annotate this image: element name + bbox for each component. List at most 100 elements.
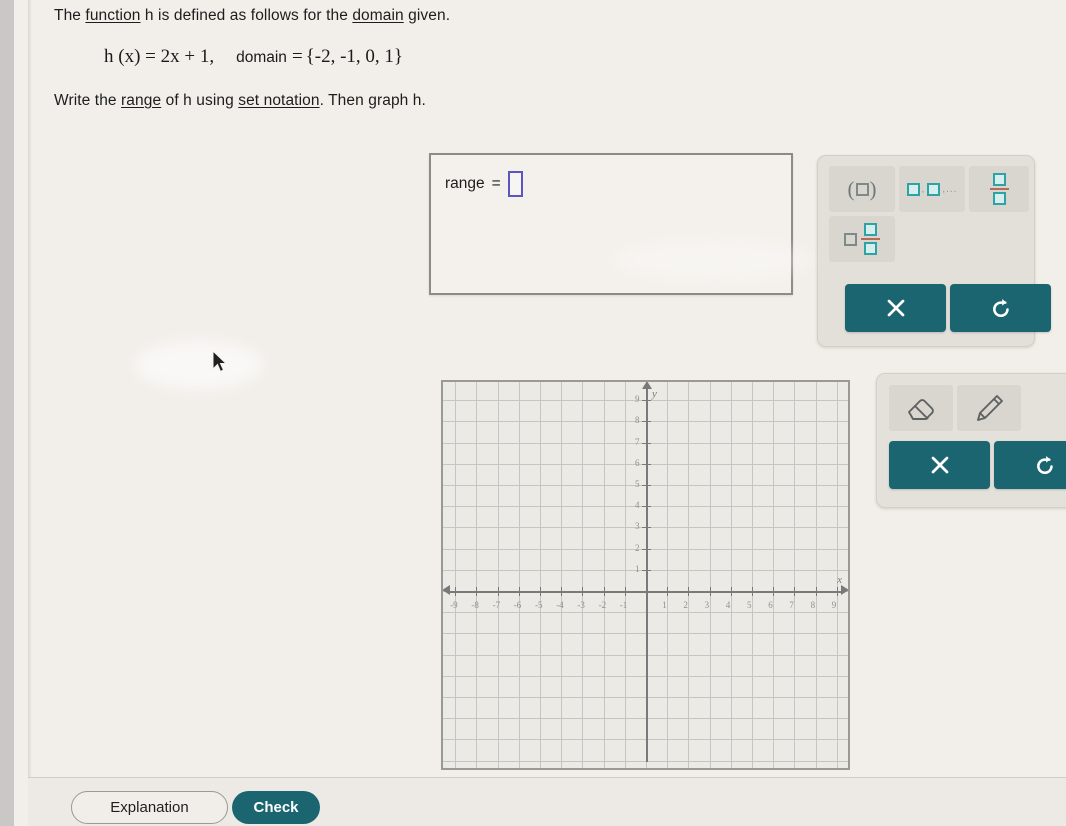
graph-toolbar-panel [876, 373, 1066, 508]
x-axis-tick [455, 587, 457, 596]
y-axis-tick [642, 506, 651, 508]
x-axis-tick [688, 587, 690, 596]
function-equation: h (x) = 2x + 1, domain = {-2, -1, 0, 1} [104, 44, 674, 71]
list-ellipsis: ,... [942, 183, 958, 195]
x-axis-tick [624, 587, 626, 596]
close-icon [887, 299, 904, 317]
y-axis-tick [642, 527, 651, 529]
left-rail [0, 0, 14, 826]
y-axis-tick-label: 2 [635, 542, 640, 553]
graph-undo-button[interactable] [994, 441, 1066, 489]
y-axis-tick-label: 1 [635, 563, 640, 574]
equation-domain-label: domain [236, 49, 287, 66]
statement-line-3-suffix: . Then graph h. [319, 92, 426, 109]
equation-domain-set: {-2, -1, 0, 1} [305, 46, 404, 67]
answer-card: range = [429, 153, 793, 295]
y-axis-tick-label: 4 [635, 500, 640, 511]
y-axis-tick-label: 7 [635, 436, 640, 447]
x-axis-tick [752, 587, 753, 596]
x-axis-tick [540, 587, 541, 596]
y-axis-tick-label: 3 [635, 521, 640, 532]
x-axis-tick-label: -6 [513, 600, 522, 610]
x-axis-tick-label: -5 [535, 600, 543, 610]
keypad-clear-button[interactable] [845, 284, 946, 332]
link-set-notation[interactable]: set notation [238, 92, 319, 109]
pencil-icon [977, 395, 1003, 421]
range-input[interactable] [507, 171, 523, 197]
link-function[interactable]: function [85, 7, 140, 24]
range-answer-row: range = [445, 171, 523, 197]
x-axis-tick-label: 9 [831, 600, 837, 610]
page-surface: The function h is defined as follows for… [14, 0, 1066, 826]
grid-line-vertical [603, 382, 605, 768]
y-axis-tick [642, 400, 651, 402]
x-axis-tick-label: -8 [471, 600, 479, 610]
x-axis-tick-label: 1 [662, 600, 667, 610]
y-axis-tick [642, 421, 651, 423]
equation-expression: h (x) = 2x + 1, [104, 46, 215, 67]
set-notation-button[interactable]: () [829, 166, 895, 212]
check-button[interactable]: Check [232, 791, 320, 824]
y-axis-tick-label: 9 [635, 394, 640, 405]
list-notation-button[interactable]: , ,... [899, 166, 965, 212]
x-axis-label: x [837, 574, 842, 586]
mixed-number-button[interactable] [829, 216, 895, 262]
x-axis-tick-label: 3 [704, 600, 710, 610]
x-axis-tick-label: -1 [619, 600, 628, 610]
fraction-icon [989, 173, 1009, 205]
x-axis-tick-label: -9 [450, 600, 458, 610]
x-axis-tick [667, 587, 669, 596]
y-axis-tick [642, 485, 651, 486]
x-axis-tick [497, 587, 499, 596]
y-axis-tick [642, 463, 651, 465]
x-axis-tick-label: 7 [789, 600, 794, 610]
y-axis-tick-label: 5 [635, 479, 640, 489]
link-domain[interactable]: domain [352, 7, 403, 24]
statement-line-1-mid: h is defined as follows for the [140, 7, 353, 24]
explanation-button[interactable]: Explanation [71, 791, 228, 824]
grid-line-vertical [540, 382, 541, 768]
x-axis-tick-label: 6 [768, 600, 773, 610]
equation-domain-equals: = [291, 46, 303, 67]
coordinate-grid[interactable]: y x -9 -8 -7 -6 -5 -4 -3 -2 -1 1 2 3 4 5 6 7 8 9 1 2 3 4 5 6 7 8 9 [441, 380, 850, 770]
y-axis-label: y [652, 388, 657, 400]
y-axis-arrow-top [642, 382, 652, 389]
statement-line-3-mid: of h using [161, 92, 239, 109]
x-axis-tick-label: 8 [810, 600, 816, 610]
link-range[interactable]: range [121, 92, 161, 109]
x-axis-tick [582, 587, 584, 596]
graph-clear-button[interactable] [889, 441, 990, 489]
x-axis-arrow-left [443, 585, 450, 595]
range-label: range [445, 175, 485, 192]
x-axis-tick [518, 587, 520, 596]
x-axis-tick [709, 587, 711, 596]
list-icon: , ,... [906, 182, 958, 196]
x-axis-tick-label: 2 [683, 600, 688, 610]
keypad-undo-button[interactable] [950, 284, 1051, 332]
grid-line-vertical [794, 382, 796, 768]
x-axis-tick [476, 587, 478, 596]
x-axis-tick [730, 587, 732, 596]
pencil-tool-button[interactable] [957, 385, 1021, 431]
fraction-button[interactable] [969, 166, 1029, 212]
x-axis-tick-label: 4 [725, 600, 731, 610]
grid-line-vertical [773, 382, 775, 768]
x-axis-tick-label: 5 [747, 600, 752, 610]
grid-line-vertical [497, 382, 499, 768]
grid-line-vertical [709, 382, 711, 768]
problem-statement: The function h is defined as follows for… [54, 5, 674, 112]
eraser-tool-button[interactable] [889, 385, 953, 431]
x-axis-tick-label: -7 [492, 600, 501, 610]
rail-shadow [28, 0, 32, 826]
grid-line-vertical [582, 382, 584, 768]
grid-line-vertical [815, 382, 817, 768]
grid-line-vertical [476, 382, 478, 768]
statement-line-3-prefix: Write the [54, 92, 122, 109]
mouse-cursor [212, 350, 228, 373]
grid-line-vertical [455, 382, 457, 768]
statement-line-1-suffix: given. [403, 7, 451, 24]
x-axis-tick [773, 587, 775, 596]
grid-line-vertical [688, 382, 690, 768]
y-axis-tick [642, 548, 651, 550]
math-keypad-panel: () , ,... [817, 155, 1051, 347]
